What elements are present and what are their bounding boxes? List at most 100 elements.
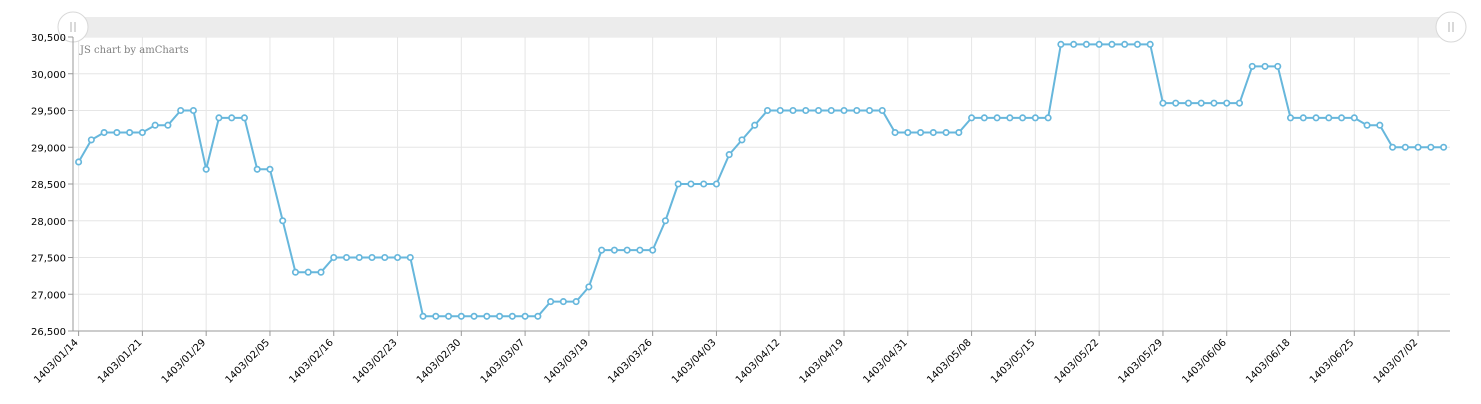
- data-point[interactable]: [1044, 114, 1052, 122]
- data-point[interactable]: [138, 129, 146, 137]
- data-point[interactable]: [1133, 40, 1141, 48]
- data-point[interactable]: [126, 129, 134, 137]
- data-point[interactable]: [661, 217, 669, 225]
- data-point[interactable]: [1427, 143, 1435, 151]
- data-point[interactable]: [1146, 40, 1154, 48]
- data-point[interactable]: [674, 180, 682, 188]
- data-point[interactable]: [189, 106, 197, 115]
- data-point[interactable]: [368, 253, 376, 262]
- data-point[interactable]: [1172, 99, 1180, 107]
- data-point[interactable]: [1006, 114, 1014, 122]
- data-point[interactable]: [1019, 114, 1027, 122]
- data-point[interactable]: [228, 114, 236, 122]
- data-point[interactable]: [445, 312, 453, 320]
- data-point[interactable]: [942, 129, 950, 137]
- data-point[interactable]: [1274, 62, 1282, 70]
- data-point[interactable]: [457, 312, 465, 320]
- data-point[interactable]: [802, 106, 810, 115]
- data-point[interactable]: [1223, 99, 1231, 107]
- scrollbar-right-grip[interactable]: [1435, 11, 1467, 43]
- data-point[interactable]: [1337, 114, 1346, 122]
- data-point[interactable]: [1312, 114, 1320, 122]
- data-point[interactable]: [725, 151, 733, 159]
- data-point[interactable]: [521, 312, 529, 320]
- data-point[interactable]: [1057, 40, 1065, 48]
- data-point[interactable]: [547, 298, 555, 306]
- data-point[interactable]: [610, 246, 618, 254]
- chart-credit[interactable]: JS chart by amCharts: [79, 45, 189, 56]
- data-point[interactable]: [763, 106, 772, 115]
- data-point[interactable]: [980, 114, 988, 122]
- data-point[interactable]: [253, 165, 261, 173]
- data-point[interactable]: [419, 312, 427, 320]
- data-point[interactable]: [636, 246, 644, 254]
- data-point[interactable]: [1299, 114, 1307, 122]
- data-point[interactable]: [1095, 40, 1103, 48]
- data-point[interactable]: [993, 114, 1001, 122]
- data-point[interactable]: [1235, 99, 1244, 107]
- data-point[interactable]: [496, 312, 504, 320]
- data-point[interactable]: [1070, 40, 1078, 48]
- data-point[interactable]: [100, 129, 108, 137]
- data-point[interactable]: [291, 268, 300, 276]
- data-point[interactable]: [342, 253, 351, 262]
- data-point[interactable]: [572, 298, 580, 306]
- data-point[interactable]: [853, 106, 861, 115]
- data-point[interactable]: [87, 136, 95, 144]
- data-point[interactable]: [751, 121, 759, 129]
- data-point[interactable]: [534, 312, 542, 320]
- data-point[interactable]: [1363, 121, 1371, 129]
- data-point[interactable]: [279, 217, 287, 225]
- data-point[interactable]: [1376, 121, 1384, 129]
- data-point[interactable]: [789, 106, 797, 115]
- data-point[interactable]: [1401, 143, 1409, 151]
- data-point[interactable]: [738, 136, 746, 144]
- data-point[interactable]: [1350, 114, 1358, 122]
- data-point[interactable]: [955, 129, 963, 137]
- data-point[interactable]: [1440, 143, 1448, 151]
- data-point[interactable]: [113, 129, 121, 137]
- data-point[interactable]: [649, 246, 657, 254]
- data-point[interactable]: [406, 253, 414, 262]
- data-point[interactable]: [393, 253, 402, 262]
- data-point[interactable]: [929, 129, 937, 137]
- data-point[interactable]: [266, 165, 274, 173]
- data-point[interactable]: [508, 312, 516, 320]
- data-point[interactable]: [712, 180, 721, 188]
- data-point[interactable]: [1389, 143, 1397, 151]
- data-point[interactable]: [381, 253, 389, 262]
- data-point[interactable]: [202, 165, 210, 173]
- data-point[interactable]: [1159, 99, 1167, 107]
- data-point[interactable]: [483, 312, 491, 320]
- data-point[interactable]: [968, 114, 976, 122]
- line-chart[interactable]: JS chart by amCharts 26,500 27,000 27,500 2…: [0, 0, 1481, 400]
- data-point[interactable]: [827, 106, 835, 115]
- data-point[interactable]: [317, 268, 325, 276]
- scrollbar-track[interactable]: [73, 17, 1451, 37]
- data-point[interactable]: [865, 106, 874, 115]
- data-point[interactable]: [1248, 62, 1256, 70]
- data-point[interactable]: [215, 114, 223, 122]
- data-point[interactable]: [240, 114, 248, 122]
- data-point[interactable]: [1108, 40, 1116, 48]
- data-point[interactable]: [904, 129, 912, 137]
- data-point[interactable]: [355, 253, 363, 262]
- data-point[interactable]: [1197, 99, 1205, 107]
- data-point[interactable]: [623, 246, 631, 254]
- data-point[interactable]: [1210, 99, 1218, 107]
- data-point[interactable]: [470, 312, 478, 320]
- data-point[interactable]: [700, 180, 708, 188]
- data-point[interactable]: [1082, 40, 1090, 48]
- data-point[interactable]: [330, 253, 338, 262]
- data-point[interactable]: [1184, 99, 1193, 107]
- data-point[interactable]: [1325, 114, 1333, 122]
- data-point[interactable]: [1414, 143, 1422, 151]
- data-point[interactable]: [776, 106, 784, 115]
- data-point[interactable]: [687, 180, 695, 188]
- data-point[interactable]: [164, 121, 172, 129]
- data-point[interactable]: [814, 106, 823, 115]
- data-point[interactable]: [1121, 40, 1129, 48]
- data-point[interactable]: [177, 106, 185, 115]
- data-point[interactable]: [432, 312, 440, 320]
- data-point[interactable]: [1286, 114, 1295, 122]
